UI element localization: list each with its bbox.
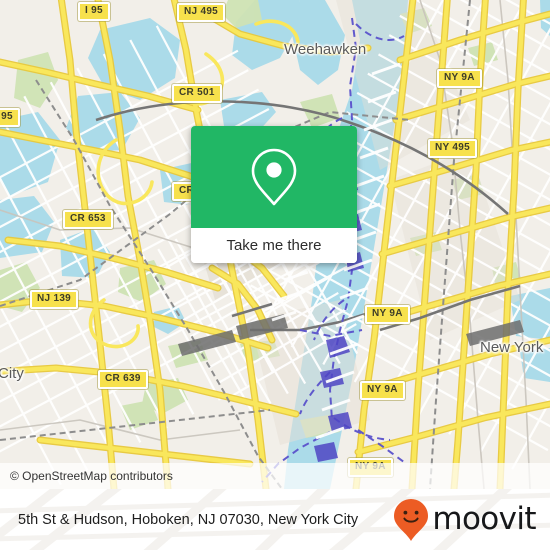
route-shield-nj495: NJ 495 bbox=[177, 3, 226, 22]
osm-attribution-bar: © OpenStreetMap contributors bbox=[0, 463, 550, 489]
route-shield-cr653: CR 653 bbox=[63, 210, 113, 229]
take-me-there-button[interactable]: Take me there bbox=[191, 228, 357, 263]
place-label-weehawken: Weehawken bbox=[284, 41, 367, 58]
route-shield-ny9a-top: NY 9A bbox=[437, 69, 482, 88]
footer-bar: 5th St & Hudson, Hoboken, NJ 07030, New … bbox=[0, 489, 550, 550]
moovit-smiley-pin-icon bbox=[394, 498, 429, 541]
moovit-wordmark: moovit bbox=[432, 501, 536, 537]
route-shield-ny9a-lower: NY 9A bbox=[360, 381, 405, 400]
route-shield-i95-north: I 95 bbox=[78, 2, 110, 21]
address-label: 5th St & Hudson, Hoboken, NJ 07030, New … bbox=[18, 511, 359, 528]
route-shield-nj139: NJ 139 bbox=[30, 290, 79, 309]
route-shield-i95-west: I 95 bbox=[0, 108, 20, 127]
destination-card[interactable]: Take me there bbox=[191, 126, 357, 263]
card-pin-area bbox=[191, 126, 357, 228]
route-shield-cr639: CR 639 bbox=[98, 370, 148, 389]
route-shield-cr501: CR 501 bbox=[172, 84, 222, 103]
place-label-new-york: New York bbox=[480, 339, 544, 356]
place-label-city: City bbox=[0, 365, 24, 382]
route-shield-ny9a-mid: NY 9A bbox=[365, 305, 410, 324]
moovit-map-screenshot: Weehawken Hoboken New York City I 95 NJ … bbox=[0, 0, 550, 550]
osm-attribution-text[interactable]: © OpenStreetMap contributors bbox=[0, 469, 173, 483]
map-pin-icon bbox=[251, 148, 297, 206]
moovit-brand[interactable]: moovit bbox=[393, 498, 537, 542]
route-shield-ny495: NY 495 bbox=[428, 139, 477, 158]
